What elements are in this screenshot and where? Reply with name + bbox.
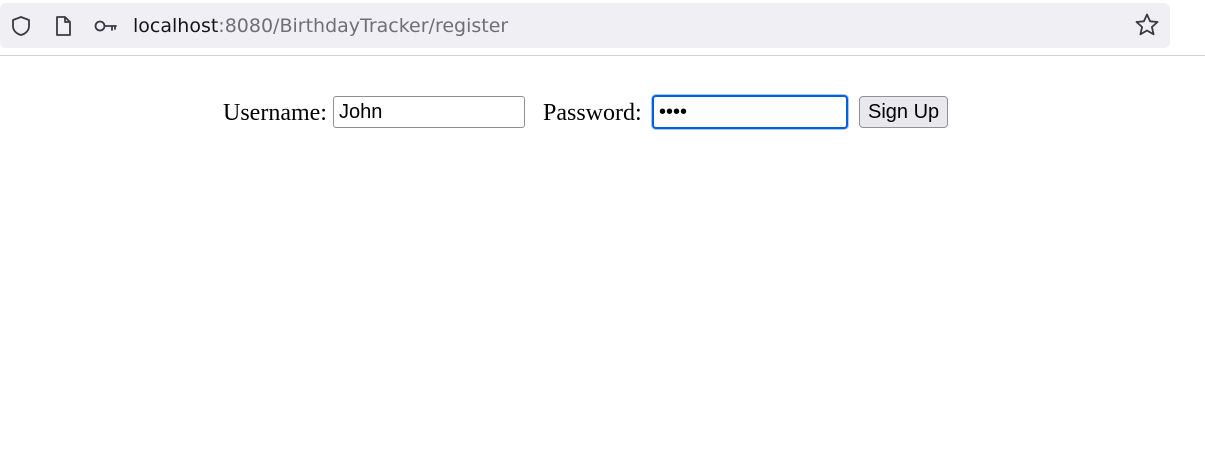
url-host: localhost <box>133 15 219 37</box>
url-path: :8080/BirthdayTracker/register <box>218 15 509 37</box>
username-label: Username: <box>223 100 327 126</box>
url-bar[interactable]: localhost:8080/BirthdayTracker/register <box>0 3 1170 48</box>
url-text[interactable]: localhost:8080/BirthdayTracker/register <box>133 15 508 37</box>
page-content: Username: Password: Sign Up <box>0 56 1205 449</box>
key-icon[interactable] <box>93 15 119 37</box>
register-form: Username: Password: Sign Up <box>0 95 1205 130</box>
shield-icon[interactable] <box>10 15 32 37</box>
password-input[interactable] <box>652 95 848 129</box>
page-icon[interactable] <box>52 15 74 37</box>
sign-up-button[interactable]: Sign Up <box>859 96 949 128</box>
username-input[interactable] <box>333 96 525 128</box>
browser-toolbar: localhost:8080/BirthdayTracker/register <box>0 0 1205 56</box>
star-icon[interactable] <box>1134 12 1160 38</box>
password-label: Password: <box>543 100 642 126</box>
